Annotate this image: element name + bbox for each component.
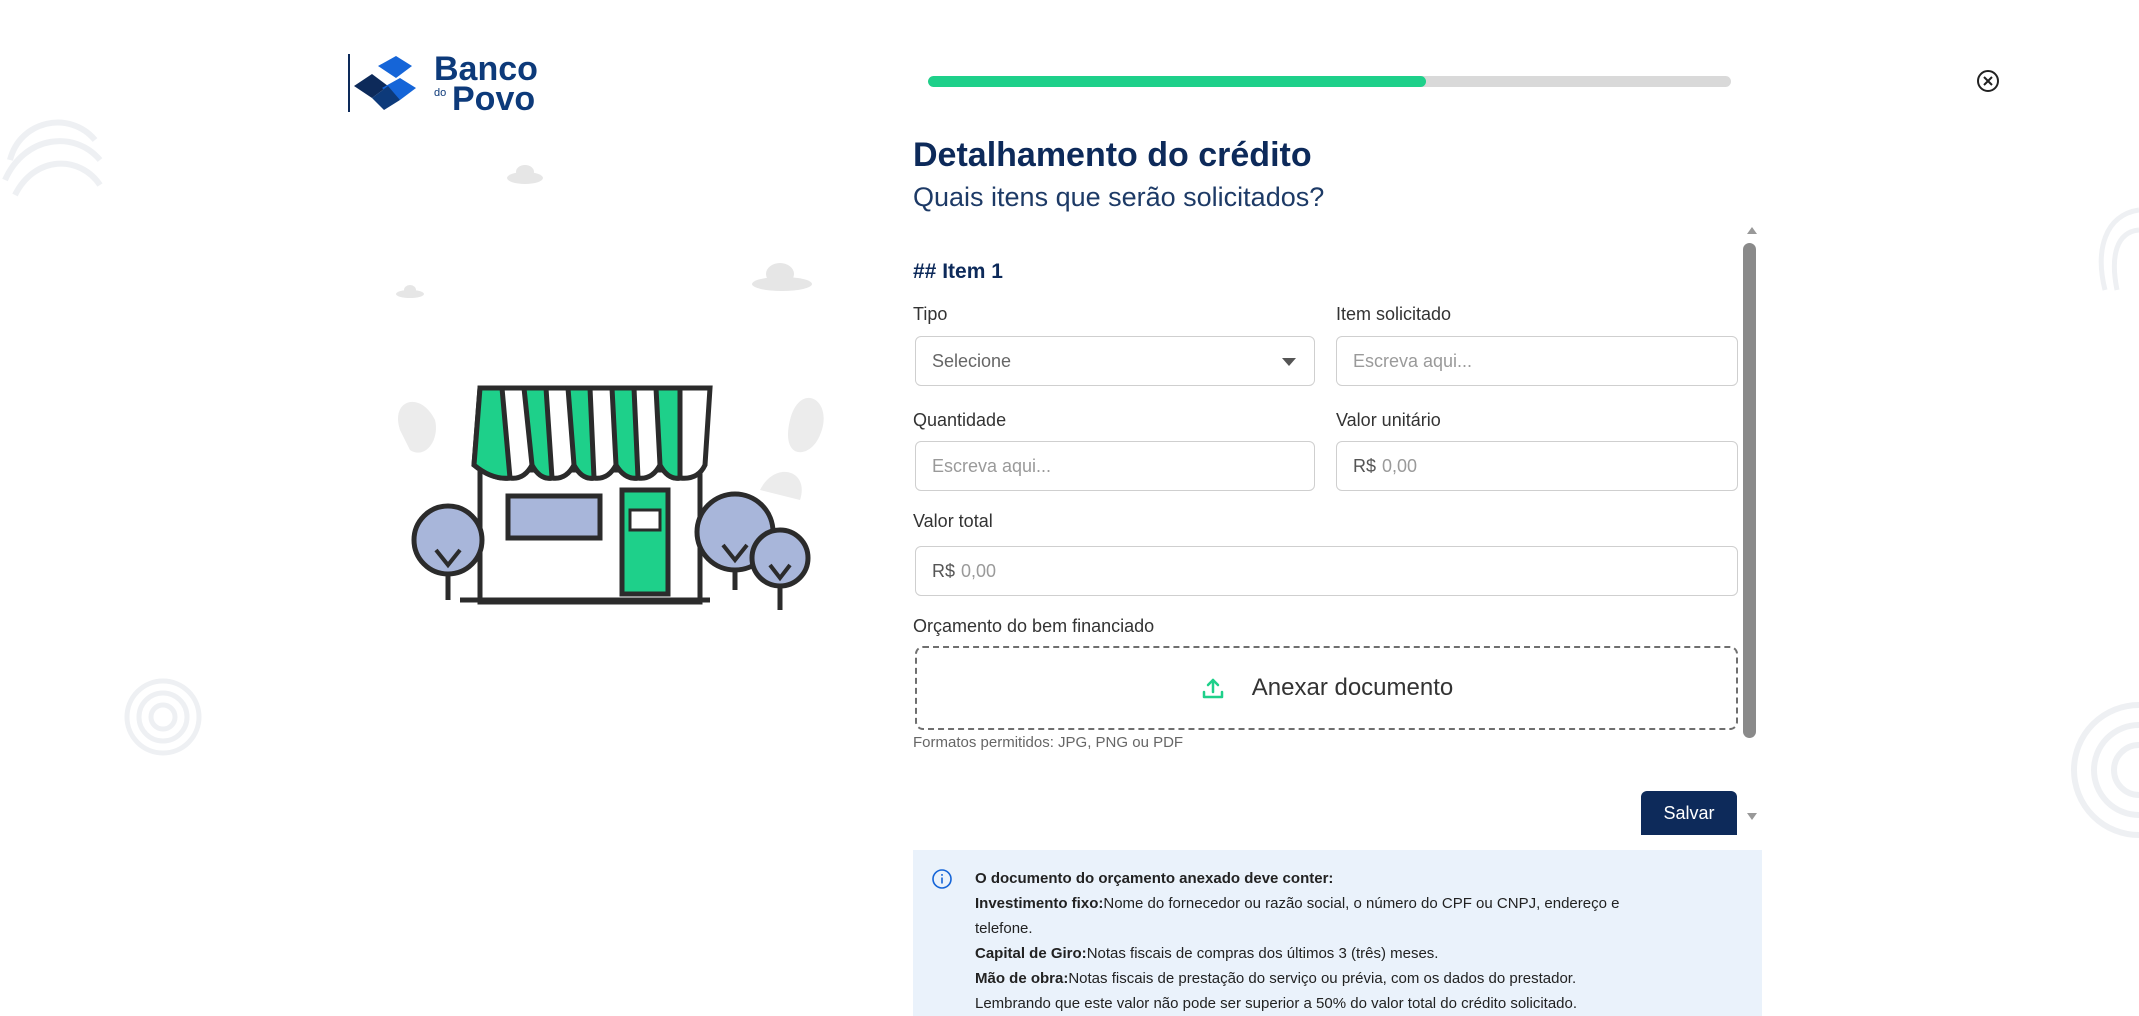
scrollbar-thumb[interactable] xyxy=(1743,243,1756,738)
tipo-label: Tipo xyxy=(913,304,948,324)
scroll-up-arrow-icon[interactable] xyxy=(1745,223,1759,237)
chevron-down-icon xyxy=(1282,358,1296,366)
close-circle-icon[interactable] xyxy=(1974,67,2002,95)
banco-do-povo-logo: Banco do Povo xyxy=(348,50,568,120)
currency-prefix: R$ xyxy=(932,560,956,581)
item-heading: ## Item 1 xyxy=(913,260,1003,283)
cloud-icon xyxy=(396,165,812,298)
info-line: Mão de obra:Notas fiscais de prestação d… xyxy=(975,970,1577,987)
progress-bar xyxy=(928,76,1731,87)
item-solicitado-input[interactable]: Escreva aqui... xyxy=(1336,336,1738,386)
info-line: Capital de Giro:Notas fiscais de compras… xyxy=(975,945,1439,962)
currency-prefix: R$ xyxy=(1353,455,1377,476)
allowed-formats-hint: Formatos permitidos: JPG, PNG ou PDF xyxy=(913,734,1184,751)
quantidade-label: Quantidade xyxy=(913,410,1007,430)
logo-cubes-icon xyxy=(348,54,416,112)
upload-label: Anexar documento xyxy=(1251,674,1454,701)
logo-text-povo: Povo xyxy=(452,80,536,118)
store-illustration xyxy=(396,165,824,610)
item-solicitado-label: Item solicitado xyxy=(1336,304,1452,324)
info-line: Investimento fixo:Nome do fornecedor ou … xyxy=(975,895,1620,912)
info-text: O documento do orçamento anexado deve co… xyxy=(975,866,1745,1016)
info-icon xyxy=(932,869,952,889)
upload-document-dropzone[interactable]: Anexar documento xyxy=(915,646,1738,730)
quantidade-placeholder: Escreva aqui... xyxy=(932,455,1052,476)
info-line: telefone. xyxy=(975,920,1033,937)
quantidade-input[interactable]: Escreva aqui... xyxy=(915,441,1315,491)
item-solicitado-placeholder: Escreva aqui... xyxy=(1353,350,1473,371)
info-line: Lembrando que este valor não pode ser su… xyxy=(975,995,1578,1012)
page-title: Detalhamento do crédito xyxy=(913,136,1312,174)
orcamento-label: Orçamento do bem financiado xyxy=(913,616,1155,636)
tipo-select[interactable]: Selecione xyxy=(915,336,1315,386)
valor-unitario-input[interactable]: R$ 0,00 xyxy=(1336,441,1738,491)
valor-total-placeholder: 0,00 xyxy=(961,560,997,581)
logo-text-do: do xyxy=(434,87,447,99)
tipo-select-value: Selecione xyxy=(932,350,1012,371)
valor-unitario-label: Valor unitário xyxy=(1336,410,1441,430)
save-button[interactable]: Salvar xyxy=(1641,791,1737,835)
decorative-swirl-top-left xyxy=(2,119,103,197)
valor-unitario-placeholder: 0,00 xyxy=(1382,455,1418,476)
valor-total-label: Valor total xyxy=(913,511,993,531)
page-subtitle: Quais itens que serão solicitados? xyxy=(913,182,1325,212)
decorative-swirl-bottom-right xyxy=(2071,702,2139,838)
valor-total-input[interactable]: R$ 0,00 xyxy=(915,546,1738,596)
scroll-down-arrow-icon[interactable] xyxy=(1745,810,1759,824)
progress-bar-fill xyxy=(928,76,1426,87)
decorative-swirl-mid-left xyxy=(124,678,202,756)
info-heading: O documento do orçamento anexado deve co… xyxy=(975,870,1334,887)
decorative-swirl-top-right xyxy=(2098,207,2139,291)
upload-icon xyxy=(1202,678,1224,699)
